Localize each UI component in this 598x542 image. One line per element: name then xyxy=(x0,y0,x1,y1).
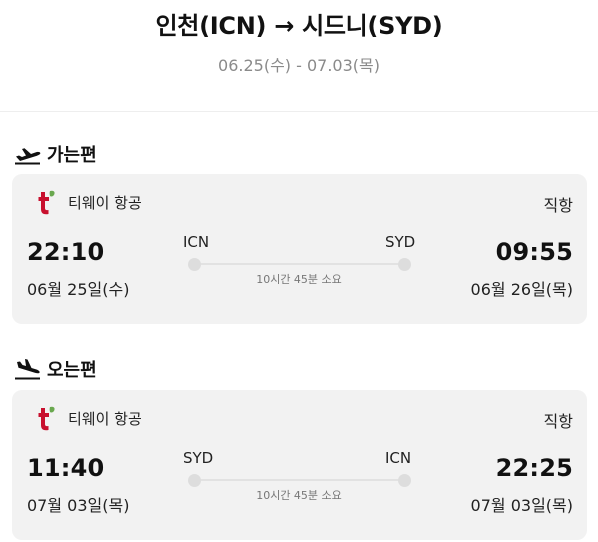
airline-name: 티웨이 항공 xyxy=(68,193,142,212)
departure-date: 07월 03일(목) xyxy=(27,496,130,515)
arrival-time: 09:55 xyxy=(495,238,573,266)
plane-takeoff-icon xyxy=(14,143,42,165)
flight-duration: 10시간 45분 소요 xyxy=(256,273,342,286)
header-divider xyxy=(0,111,598,112)
page-title: 인천(ICN) → 시드니(SYD) xyxy=(155,12,443,40)
route-end-dot xyxy=(398,258,411,271)
airline: 티웨이 항공 xyxy=(34,189,142,215)
trip-dates: 06.25(수) - 07.03(목) xyxy=(218,56,380,75)
route-start-dot xyxy=(188,258,201,271)
route-line xyxy=(194,479,404,481)
airline: 티웨이 항공 xyxy=(34,405,142,431)
flight-duration: 10시간 45분 소요 xyxy=(256,489,342,502)
section-label: 오는편 xyxy=(47,360,97,381)
tway-logo-icon xyxy=(34,189,56,215)
route-line xyxy=(194,263,404,265)
direct-flight-label: 직항 xyxy=(543,412,573,431)
arrival-date: 06월 26일(목) xyxy=(470,280,573,299)
arrival-time: 22:25 xyxy=(495,454,573,482)
arrival-airport-code: SYD xyxy=(385,233,416,251)
direct-flight-label: 직항 xyxy=(543,196,573,215)
tway-logo-icon xyxy=(34,405,56,431)
trip-header: 인천(ICN) → 시드니(SYD) 06.25(수) - 07.03(목) xyxy=(0,0,598,112)
section-label: 가는편 xyxy=(47,145,97,166)
airline-name: 티웨이 항공 xyxy=(68,409,142,428)
departure-airport-code: ICN xyxy=(183,233,210,251)
plane-landing-icon xyxy=(14,358,42,380)
departure-date: 06월 25일(수) xyxy=(27,280,130,299)
section-title-outbound: 가는편 xyxy=(14,141,97,167)
departure-time: 11:40 xyxy=(27,454,105,482)
section-title-inbound: 오는편 xyxy=(14,356,97,382)
arrival-airport-code: ICN xyxy=(385,449,412,467)
arrival-date: 07월 03일(목) xyxy=(470,496,573,515)
inbound-flight-card[interactable]: 티웨이 항공 직항 11:40 07월 03일(목) SYD ICN 10시간 … xyxy=(12,390,587,540)
outbound-flight-card[interactable]: 티웨이 항공 직항 22:10 06월 25일(수) ICN SYD 10시간 … xyxy=(12,174,587,324)
departure-time: 22:10 xyxy=(27,238,105,266)
departure-airport-code: SYD xyxy=(183,449,214,467)
route-end-dot xyxy=(398,474,411,487)
route-start-dot xyxy=(188,474,201,487)
